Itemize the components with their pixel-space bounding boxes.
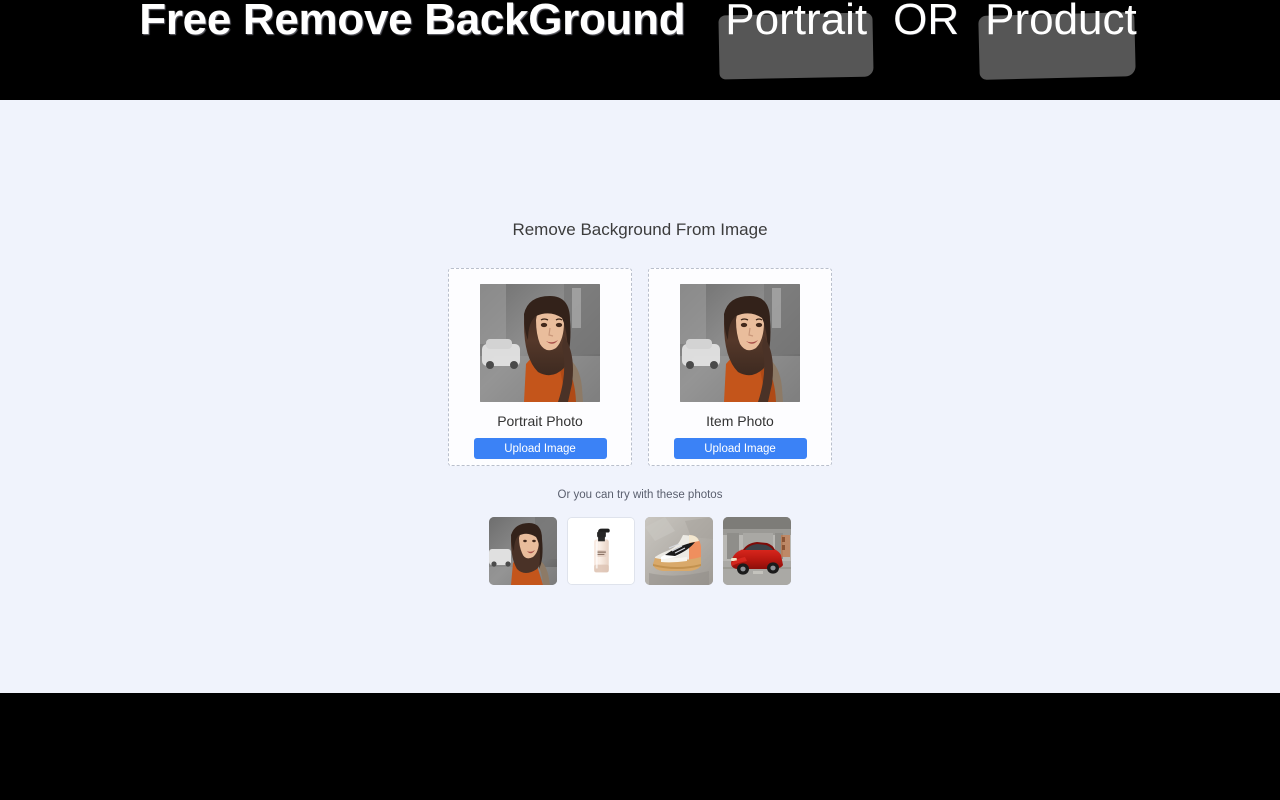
nike-sneaker-illustration [645, 517, 713, 585]
upload-cards-row: Portrait Photo Upload Image Item Photo U… [448, 268, 832, 466]
banner-word-portrait-label: Portrait [725, 0, 868, 44]
upload-image-button-portrait[interactable]: Upload Image [473, 438, 607, 459]
main-content-area: Remove Background From Image Portrait Ph… [0, 100, 1280, 693]
portrait-illustration [480, 284, 600, 402]
portrait-sample-illustration [489, 517, 557, 585]
upload-card-item-label: Item Photo [706, 413, 774, 429]
page-root: Free Remove BackGround Portrait OR Produ… [0, 0, 1280, 800]
samples-label: Or you can try with these photos [557, 489, 723, 501]
sample-thumb-sneaker[interactable] [645, 517, 713, 585]
upload-card-item[interactable]: Item Photo Upload Image [648, 268, 832, 466]
bottom-black-bar [0, 693, 1280, 800]
banner-word-product-label: Product [985, 0, 1137, 44]
banner-word-or: OR [893, 0, 960, 44]
top-banner: Free Remove BackGround Portrait OR Produ… [0, 0, 1280, 100]
portrait-illustration-2 [680, 284, 800, 402]
banner-word-product: Product [978, 0, 1141, 80]
upload-card-portrait-label: Portrait Photo [497, 413, 583, 429]
page-title: Remove Background From Image [512, 220, 768, 239]
sample-thumb-car[interactable] [723, 517, 791, 585]
banner-inner: Free Remove BackGround Portrait OR Produ… [0, 0, 1280, 80]
item-photo-thumbnail [680, 284, 800, 402]
banner-keywords: Portrait OR Product [718, 0, 1141, 80]
banner-word-portrait: Portrait [718, 0, 874, 80]
sample-thumb-portrait[interactable] [489, 517, 557, 585]
sample-thumbnails-row [0, 517, 1280, 585]
portrait-photo-thumbnail [480, 284, 600, 402]
red-car-illustration [723, 517, 791, 585]
banner-title: Free Remove BackGround [139, 0, 686, 44]
upload-image-button-item[interactable]: Upload Image [673, 438, 807, 459]
sample-thumb-foundation[interactable] [567, 517, 635, 585]
upload-card-portrait[interactable]: Portrait Photo Upload Image [448, 268, 632, 466]
foundation-bottle-illustration [568, 518, 634, 584]
